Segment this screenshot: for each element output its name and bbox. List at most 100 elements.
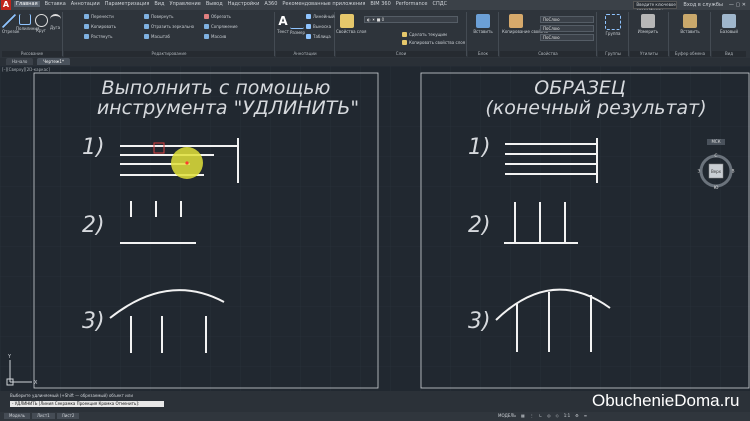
ribbon-tab-7[interactable]: Надстройки — [228, 1, 260, 7]
paste-button[interactable]: Вставить — [676, 14, 704, 34]
array-button[interactable]: Массив — [204, 34, 226, 39]
ribbon-tab-12[interactable]: СПДС — [432, 1, 447, 7]
ribbon-tab-2[interactable]: Аннотации — [71, 1, 100, 7]
status-bar: Модель Лист1 Лист2 МОДЕЛЬ ▦ ⋮ ∟ ◎ ◇ 1:1 … — [0, 412, 750, 421]
annotation-scale[interactable]: 1:1 — [564, 413, 570, 418]
match-layer-button[interactable]: Копировать свойства слоя — [402, 40, 465, 45]
arc-button[interactable]: Дуга — [48, 14, 62, 30]
leader-button[interactable]: Выноска — [306, 24, 331, 29]
ribbon-tab-11[interactable]: Performance — [396, 1, 428, 7]
ribbon-tab-5[interactable]: Управление — [169, 1, 200, 7]
ribbon-tab-6[interactable]: Вывод — [206, 1, 223, 7]
linetype-dropdown[interactable]: ПоСлою — [540, 25, 594, 32]
right-label-1: 1) — [468, 135, 491, 160]
match-properties-button[interactable]: Копирование свойств — [502, 14, 548, 34]
ribbon-tab-3[interactable]: Параметризация — [105, 1, 150, 7]
table-button[interactable]: Таблица — [306, 34, 331, 39]
stretch-button[interactable]: Растянуть — [84, 34, 112, 39]
fillet-icon — [204, 24, 209, 29]
ribbon-group-label: Редактирование — [64, 51, 274, 57]
login-link[interactable]: Вход в службы — [683, 2, 722, 8]
command-input[interactable]: - УДЛИНИТЬ [Линия Секрамка Проекция Кром… — [10, 401, 164, 407]
layer-properties-button[interactable]: Свойства слоя — [336, 14, 366, 34]
scale-button[interactable]: Масштаб — [144, 34, 170, 39]
rotate-button[interactable]: Повернуть — [144, 14, 173, 19]
insert-block-icon — [476, 14, 490, 28]
polyline-button[interactable]: Полилиния — [16, 14, 39, 31]
dimension-button[interactable]: Размер — [290, 14, 305, 35]
move-button[interactable]: Перенести — [84, 14, 114, 19]
grid-toggle-icon[interactable]: ▦ — [521, 413, 525, 418]
line-button[interactable]: Отрезок — [2, 14, 19, 34]
make-current-button[interactable]: Сделать текущим — [402, 32, 447, 37]
ribbon-group-label: Аннотации — [276, 51, 334, 57]
ortho-toggle-icon[interactable]: ∟ — [539, 413, 542, 418]
tab-model[interactable]: Модель — [4, 413, 31, 419]
lineweight-dropdown[interactable]: ПоСлою — [540, 34, 594, 41]
ribbon-tab-8[interactable]: A360 — [264, 1, 277, 7]
polyline-icon — [19, 14, 31, 25]
watermark: ObuchenieDoma.ru — [592, 391, 740, 410]
match-properties-icon — [509, 14, 523, 28]
ribbon-group-clipboard: Вставить Буфер обмена — [670, 12, 711, 57]
ribbon-tab-10[interactable]: BIM 360 — [370, 1, 390, 7]
right-title-line2: (конечный результат) — [485, 97, 706, 119]
copy-icon — [84, 24, 89, 29]
ribbon-group-layers: Свойства слоя ◐ ☀ ■ 0 Сделать текущим Ко… — [336, 12, 467, 57]
insert-block-button[interactable]: Вставить — [472, 14, 494, 34]
move-icon — [84, 14, 89, 19]
text-button[interactable]: A Текст — [276, 14, 290, 34]
navcube-top-label: Верх — [711, 169, 722, 174]
navcube-west[interactable]: З — [698, 169, 701, 175]
trim-button[interactable]: Обрезать — [204, 14, 231, 19]
ribbon-tab-4[interactable]: Вид — [154, 1, 164, 7]
navcube-east[interactable]: В — [731, 169, 734, 175]
ribbon-group-label: Рисование — [2, 51, 62, 57]
ribbon-tab-1[interactable]: Вставка — [45, 1, 66, 7]
tab-start[interactable]: Начало — [6, 58, 34, 65]
mirror-button[interactable]: Отразить зеркально — [144, 24, 194, 29]
linear-dim-button[interactable]: Линейный — [306, 14, 335, 19]
snap-toggle-icon[interactable]: ⋮ — [530, 413, 534, 418]
window-controls[interactable]: — ▢ ✕ — [729, 2, 746, 8]
base-view-button[interactable]: Базовый — [716, 14, 742, 34]
ribbon-group-label: Утилиты — [630, 51, 668, 57]
settings-gear-icon[interactable]: ⚙ — [575, 413, 579, 418]
osnap-toggle-icon[interactable]: ◇ — [556, 413, 559, 418]
wcs-menu[interactable]: МСК — [707, 139, 725, 145]
linear-dim-icon — [306, 14, 311, 19]
navcube[interactable]: Верх С Ю З В — [697, 152, 735, 190]
array-icon — [204, 34, 209, 39]
navcube-south[interactable]: Ю — [714, 185, 719, 190]
tab-drawing1[interactable]: Чертеж1* — [37, 58, 70, 65]
circle-icon — [34, 14, 48, 27]
search-input[interactable]: Введите ключевое слово/фразу — [633, 1, 678, 13]
fillet-button[interactable]: Сопряжение — [204, 24, 238, 29]
polar-toggle-icon[interactable]: ◎ — [547, 413, 551, 418]
drawing-viewport[interactable]: [–][Сверху][2D-каркас] Выполнить с помощ… — [0, 66, 750, 391]
ribbon-group-label: Слои — [336, 51, 466, 57]
right-label-3: 3) — [468, 309, 491, 334]
group-button[interactable]: Группа — [602, 14, 624, 36]
file-tabs: Начало Чертеж1* — [0, 58, 750, 66]
color-dropdown[interactable]: ПоСлою — [540, 16, 594, 23]
customize-menu-icon[interactable]: ≡ — [584, 413, 587, 418]
drawing-canvas[interactable]: Выполнить с помощью инструмента "УДЛИНИТ… — [0, 66, 750, 391]
ribbon-group-properties: Копирование свойств ПоСлою ПоСлою ПоСлою… — [500, 12, 597, 57]
layout-tabs: Модель Лист1 Лист2 — [4, 413, 80, 419]
right-title-line1: ОБРАЗЕЦ — [534, 77, 626, 99]
left-title-line1: Выполнить с помощью — [102, 77, 331, 99]
ribbon-tab-9[interactable]: Рекомендованные приложения — [282, 1, 365, 7]
layer-dropdown[interactable]: ◐ ☀ ■ 0 — [364, 16, 458, 23]
tab-layout2[interactable]: Лист2 — [56, 413, 80, 419]
ribbon-group-label: Группы — [598, 51, 628, 57]
circle-button[interactable]: Круг — [34, 14, 48, 33]
measure-button[interactable]: Измерить — [634, 14, 662, 34]
copy-button[interactable]: Копировать — [84, 24, 116, 29]
model-space-toggle[interactable]: МОДЕЛЬ — [498, 413, 516, 418]
ribbon-tab-bar: Главная Вставка Аннотации Параметризация Вид… — [14, 1, 447, 7]
ribbon-tab-0[interactable]: Главная — [14, 1, 40, 7]
app-menu-button[interactable]: A — [1, 0, 11, 10]
tab-layout1[interactable]: Лист1 — [32, 413, 55, 419]
navcube-north[interactable]: С — [714, 153, 717, 159]
